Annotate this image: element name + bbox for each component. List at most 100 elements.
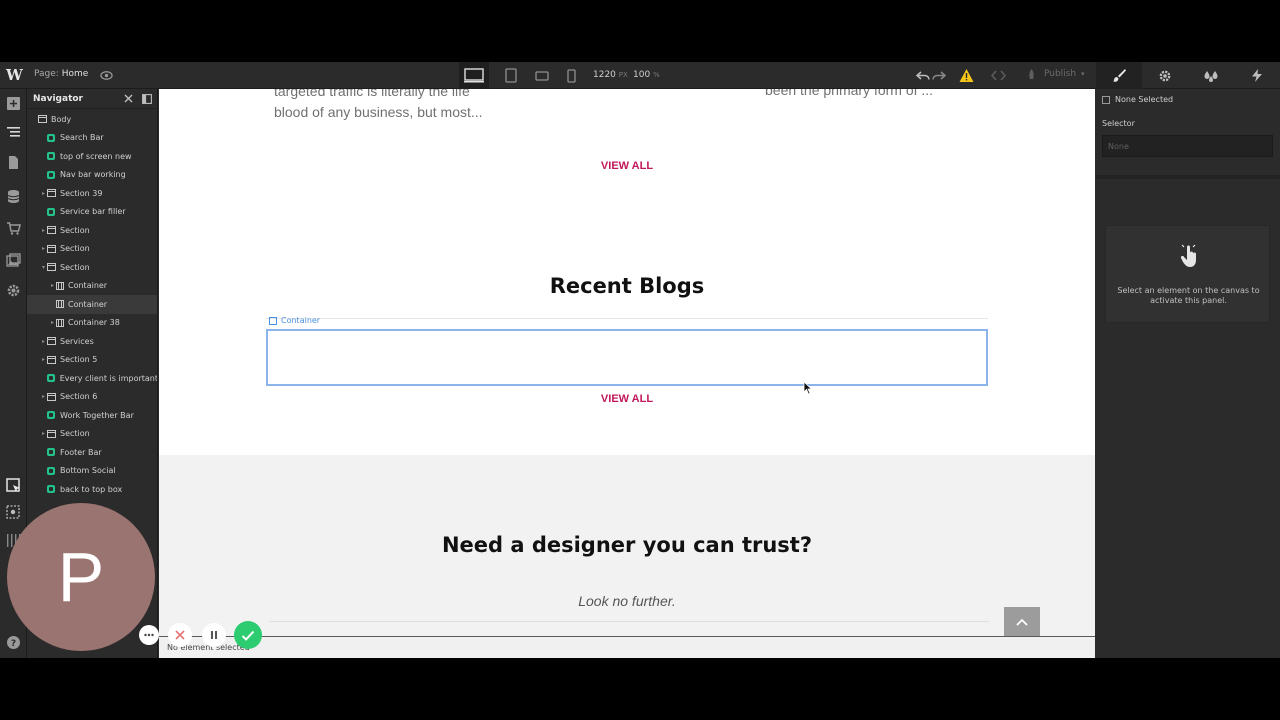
caret-down-icon[interactable]: ▾ xyxy=(40,264,47,271)
assets-images-icon[interactable] xyxy=(6,253,21,268)
breadcrumb-status-bar: No element selected xyxy=(159,636,1095,658)
navigator-item-label: Section 39 xyxy=(60,188,103,198)
navigator-item[interactable]: ▸ Section xyxy=(27,240,157,259)
navigator-item[interactable]: ▾ Section xyxy=(27,258,157,277)
add-elements-icon[interactable] xyxy=(6,96,21,111)
paintbrush-icon xyxy=(1112,69,1126,82)
ecommerce-cart-icon[interactable] xyxy=(6,221,21,236)
publish-label: Publish xyxy=(1044,69,1077,79)
recorder-more-button[interactable] xyxy=(139,625,159,645)
undo-icon[interactable] xyxy=(916,68,931,83)
navigator-item[interactable]: Work Together Bar xyxy=(27,406,157,425)
container-icon xyxy=(56,318,64,327)
back-to-top-button[interactable] xyxy=(1004,607,1040,636)
navigator-item[interactable]: ▸ Section xyxy=(27,221,157,240)
selector-input[interactable]: None xyxy=(1102,135,1273,157)
design-canvas[interactable]: targeted traffic is literally the life b… xyxy=(159,89,1095,658)
svg-text:?: ? xyxy=(11,639,16,649)
caret-right-icon[interactable]: ▸ xyxy=(40,227,47,234)
caret-spacer xyxy=(40,208,47,215)
page-selector[interactable]: Page: Home xyxy=(34,69,88,79)
navigator-item[interactable]: Bottom Social xyxy=(27,462,157,481)
navigator-item[interactable]: ▸ Section 6 xyxy=(27,388,157,407)
navigator-item-label: Section xyxy=(60,225,90,235)
symbol-icon xyxy=(47,207,55,216)
mobile-landscape-breakpoint-button[interactable] xyxy=(527,62,557,89)
view-all-link-1[interactable]: VIEW ALL xyxy=(159,160,1095,172)
recorder-cancel-button[interactable] xyxy=(168,623,192,647)
navigator-item[interactable]: top of screen new xyxy=(27,147,157,166)
chevron-up-icon xyxy=(1016,618,1028,626)
x-ray-select-icon[interactable] xyxy=(6,505,21,520)
caret-right-icon[interactable]: ▸ xyxy=(49,319,56,326)
navigator-item[interactable]: Body xyxy=(27,110,157,129)
tab-style[interactable] xyxy=(1096,62,1142,89)
caret-right-icon[interactable]: ▸ xyxy=(40,356,47,363)
pages-icon[interactable] xyxy=(6,155,21,170)
caret-spacer xyxy=(40,486,47,493)
view-all-label: VIEW ALL xyxy=(600,160,654,172)
close-icon xyxy=(175,630,185,640)
tab-interactions[interactable] xyxy=(1234,62,1280,89)
navigator-item-label: Every client is important xyxy=(59,373,158,383)
view-all-link-2[interactable]: VIEW ALL xyxy=(159,393,1095,405)
caret-right-icon[interactable]: ▸ xyxy=(40,245,47,252)
publish-rocket-icon xyxy=(1028,69,1035,82)
canvas-width-field[interactable]: 1220 PX xyxy=(593,70,628,80)
navigator-item[interactable]: back to top box xyxy=(27,480,157,499)
container-icon xyxy=(269,316,277,325)
hovered-container[interactable] xyxy=(266,329,988,386)
navigator-item[interactable]: ▸ Section 5 xyxy=(27,351,157,370)
navigator-item-label: Container 38 xyxy=(68,318,120,328)
navigator-item[interactable]: ▸ Container 38 xyxy=(27,314,157,333)
navigator-item[interactable]: Search Bar xyxy=(27,129,157,148)
settings-gear-icon[interactable] xyxy=(6,283,21,298)
zoom-field[interactable]: 100 % xyxy=(633,70,660,80)
caret-right-icon[interactable]: ▸ xyxy=(40,338,47,345)
recorder-done-button[interactable] xyxy=(234,621,262,649)
navigator-item[interactable]: Footer Bar xyxy=(27,443,157,462)
dock-panel-icon[interactable] xyxy=(142,94,152,104)
caret-spacer xyxy=(40,134,47,141)
preview-eye-icon[interactable] xyxy=(100,69,113,82)
navigator-item[interactable]: ▸ Section xyxy=(27,425,157,444)
caret-spacer xyxy=(31,116,38,123)
tab-settings[interactable] xyxy=(1142,62,1188,89)
caret-right-icon[interactable]: ▸ xyxy=(49,282,56,289)
navigator-item[interactable]: ▸ Section 39 xyxy=(27,184,157,203)
caret-right-icon[interactable]: ▸ xyxy=(40,393,47,400)
mobile-portrait-breakpoint-button[interactable] xyxy=(556,62,586,89)
caret-right-icon[interactable]: ▸ xyxy=(40,190,47,197)
webflow-logo[interactable]: W xyxy=(6,66,23,85)
help-icon[interactable]: ? xyxy=(6,635,21,650)
tablet-breakpoint-button[interactable] xyxy=(496,62,526,89)
navigator-item[interactable]: Service bar filler xyxy=(27,203,157,222)
navigator-item[interactable]: Nav bar working xyxy=(27,166,157,185)
container-tag-text: Container xyxy=(281,316,321,325)
cms-database-icon[interactable] xyxy=(6,189,21,204)
navigator-item[interactable]: ▸ Services xyxy=(27,332,157,351)
navigator-icon[interactable] xyxy=(6,125,21,140)
navigator-item[interactable]: Container xyxy=(27,295,157,314)
recorder-pause-button[interactable] xyxy=(202,623,226,647)
lightning-icon xyxy=(1252,69,1262,82)
desktop-breakpoint-button[interactable] xyxy=(459,62,489,89)
tab-style-manager[interactable] xyxy=(1188,62,1234,89)
navigator-item-label: Section 6 xyxy=(60,392,98,402)
warning-icon[interactable] xyxy=(959,68,974,83)
navigator-item-label: Section xyxy=(60,429,90,439)
symbol-icon xyxy=(47,448,55,457)
publish-button[interactable]: Publish ▾ xyxy=(1044,69,1084,79)
close-icon[interactable] xyxy=(124,94,133,103)
select-tool-icon[interactable] xyxy=(6,478,21,493)
caret-right-icon[interactable]: ▸ xyxy=(40,430,47,437)
code-export-icon[interactable] xyxy=(991,68,1006,83)
caret-spacer xyxy=(40,153,47,160)
selector-label: Selector xyxy=(1102,119,1135,128)
navigator-item[interactable]: ▸ Container xyxy=(27,277,157,296)
zoom-unit: % xyxy=(653,71,660,79)
mouse-cursor-icon xyxy=(803,381,813,395)
container-icon xyxy=(56,300,64,309)
redo-icon[interactable] xyxy=(931,68,946,83)
navigator-item[interactable]: Every client is important xyxy=(27,369,158,388)
